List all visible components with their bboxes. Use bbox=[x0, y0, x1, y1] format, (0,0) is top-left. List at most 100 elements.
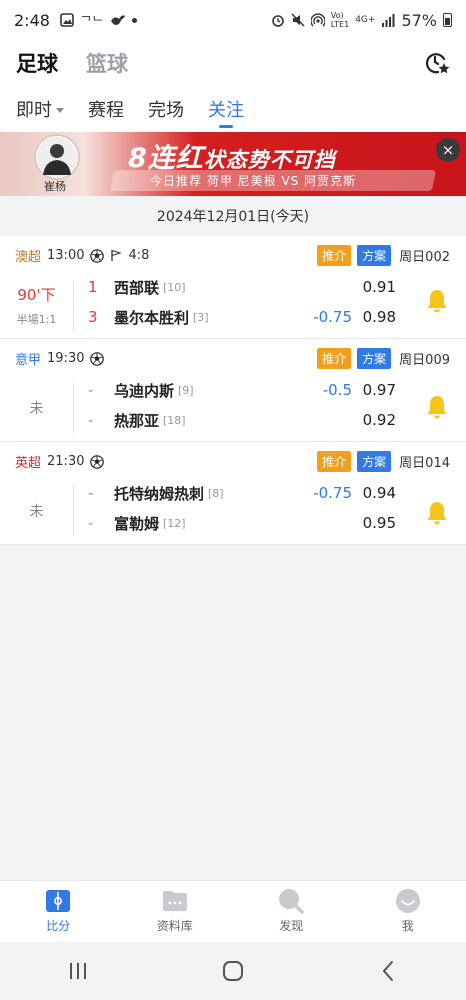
battery-percent: 57% bbox=[401, 10, 437, 30]
home-odds: 0.97 bbox=[362, 381, 396, 399]
home-team-rank: [8] bbox=[208, 486, 224, 500]
system-nav-bar bbox=[0, 942, 466, 1000]
kickoff-time: 19:30 bbox=[47, 351, 85, 366]
alarm-icon bbox=[271, 15, 284, 27]
home-team-name: 西部联 bbox=[114, 278, 160, 297]
away-team-name: 热那亚 bbox=[114, 411, 160, 430]
tab-finished[interactable]: 完场 bbox=[148, 86, 184, 132]
home-team-row: 1 西部联 [10] 0.91 bbox=[88, 274, 408, 300]
league-name: 英超 bbox=[15, 456, 42, 471]
halftime-score: 半場1:1 bbox=[16, 312, 57, 326]
away-team-name: 墨尔本胜利 bbox=[114, 308, 190, 327]
home-team-rank: [10] bbox=[163, 280, 186, 294]
nav-discover[interactable]: 发现 bbox=[233, 881, 350, 942]
away-score: - bbox=[88, 514, 94, 532]
match-minute: 90'下 bbox=[17, 285, 56, 304]
away-handicap: -0.75 bbox=[313, 308, 352, 326]
kickoff-time: 13:00 bbox=[47, 248, 85, 263]
top-header: 足球 篮球 bbox=[0, 40, 466, 86]
bell-icon[interactable] bbox=[426, 394, 448, 420]
away-team-row: 3 墨尔本胜利 [3] -0.75 0.98 bbox=[88, 304, 408, 330]
match-status: 未 bbox=[0, 486, 74, 536]
expert-name: 崔杨 bbox=[44, 180, 66, 193]
match-number: 周日002 bbox=[399, 250, 450, 265]
football-icon bbox=[90, 454, 105, 469]
close-icon[interactable]: × bbox=[436, 138, 460, 162]
away-score: - bbox=[88, 411, 94, 429]
database-icon bbox=[162, 889, 188, 913]
away-team-rank: [12] bbox=[163, 516, 186, 530]
tab-basketball[interactable]: 篮球 bbox=[86, 48, 128, 78]
home-team-rank: [9] bbox=[178, 383, 194, 397]
match-list: 澳超 13:00 4:8 推介 方案 周日002 90'下 半場1:1 1 西部… bbox=[0, 236, 466, 545]
history-star-button[interactable] bbox=[424, 50, 450, 76]
bell-icon[interactable] bbox=[426, 500, 448, 526]
tab-schedule[interactable]: 赛程 bbox=[88, 86, 124, 132]
clock-star-icon bbox=[426, 53, 450, 74]
away-team-row: - 富勒姆 [12] 0.95 bbox=[88, 510, 408, 536]
kickoff-time: 21:30 bbox=[47, 454, 85, 469]
dot-icon bbox=[131, 17, 137, 23]
recommend-badge[interactable]: 推介 bbox=[317, 348, 352, 369]
away-team-rank: [18] bbox=[163, 413, 186, 427]
tab-live[interactable]: 即时 bbox=[16, 86, 64, 132]
league-name: 意甲 bbox=[15, 353, 42, 368]
filter-tabs: 即时 赛程 完场 关注 bbox=[0, 86, 466, 132]
match-status: 未 bbox=[0, 383, 74, 433]
plan-badge[interactable]: 方案 bbox=[357, 245, 392, 266]
bell-icon[interactable] bbox=[426, 288, 448, 314]
discover-icon bbox=[278, 889, 304, 914]
banner-subtitle: 今日推荐 荷甲 尼美根 VS 阿贾克斯 bbox=[150, 174, 357, 188]
recent-apps-icon bbox=[69, 963, 86, 979]
home-score: - bbox=[88, 484, 94, 502]
match-card[interactable]: 英超 21:30 推介 方案 周日014 未 - 托特纳姆热刺 [8] -0.7… bbox=[0, 442, 466, 545]
battery-icon bbox=[443, 13, 452, 27]
match-card[interactable]: 澳超 13:00 4:8 推介 方案 周日002 90'下 半場1:1 1 西部… bbox=[0, 236, 466, 339]
plan-badge[interactable]: 方案 bbox=[357, 451, 392, 472]
nav-score[interactable]: 比分 bbox=[0, 881, 117, 942]
status-bar: 2:48 ᄀᄂ Vo) LTE1 4G+ 57% bbox=[0, 0, 466, 40]
person-photo-icon bbox=[37, 137, 77, 177]
tab-following[interactable]: 关注 bbox=[208, 86, 244, 132]
home-button[interactable] bbox=[213, 956, 253, 986]
away-odds: 0.98 bbox=[362, 308, 396, 326]
home-team-row: - 乌迪内斯 [9] -0.5 0.97 bbox=[88, 377, 408, 403]
away-team-rank: [3] bbox=[193, 310, 209, 324]
bird-icon bbox=[110, 15, 125, 25]
match-number: 周日014 bbox=[399, 456, 450, 471]
not-started-label: 未 bbox=[29, 504, 44, 520]
clock: 2:48 bbox=[14, 10, 50, 30]
date-header: 2024年12月01日(今天) bbox=[0, 196, 466, 236]
match-status: 90'下 半場1:1 bbox=[0, 280, 74, 330]
profile-icon bbox=[395, 889, 421, 913]
tab-football[interactable]: 足球 bbox=[16, 48, 58, 78]
signal-icon bbox=[382, 13, 395, 27]
home-handicap: -0.75 bbox=[313, 484, 352, 502]
recommend-badge[interactable]: 推介 bbox=[317, 451, 352, 472]
home-handicap: -0.5 bbox=[322, 381, 352, 399]
away-odds: 0.92 bbox=[362, 411, 396, 429]
home-score: - bbox=[88, 381, 94, 399]
away-team-name: 富勒姆 bbox=[114, 514, 160, 533]
away-odds: 0.95 bbox=[362, 514, 396, 532]
football-icon bbox=[90, 248, 105, 263]
plan-badge[interactable]: 方案 bbox=[357, 348, 392, 369]
back-button[interactable] bbox=[368, 956, 408, 986]
match-card[interactable]: 意甲 19:30 推介 方案 周日009 未 - 乌迪内斯 [9] -0.5 0… bbox=[0, 339, 466, 442]
not-started-label: 未 bbox=[29, 401, 44, 417]
avatar bbox=[34, 134, 80, 180]
home-icon bbox=[222, 961, 243, 981]
recommend-badge[interactable]: 推介 bbox=[317, 245, 352, 266]
recent-apps-button[interactable] bbox=[58, 956, 98, 986]
nav-profile[interactable]: 我 bbox=[350, 881, 466, 942]
promo-banner[interactable]: 崔杨 8连红状态势不可挡 今日推荐 荷甲 尼美根 VS 阿贾克斯 × bbox=[0, 132, 466, 196]
gallery-icon bbox=[60, 13, 74, 27]
home-team-row: - 托特纳姆热刺 [8] -0.75 0.94 bbox=[88, 480, 408, 506]
corner-flag-icon bbox=[111, 249, 123, 261]
mute-icon bbox=[291, 13, 305, 27]
match-number: 周日009 bbox=[399, 353, 450, 368]
volte-label: Vo) LTE1 bbox=[330, 11, 350, 29]
hotspot-icon bbox=[310, 13, 325, 27]
nav-database[interactable]: 资料库 bbox=[117, 881, 234, 942]
network-label: 4G+ bbox=[355, 15, 376, 25]
